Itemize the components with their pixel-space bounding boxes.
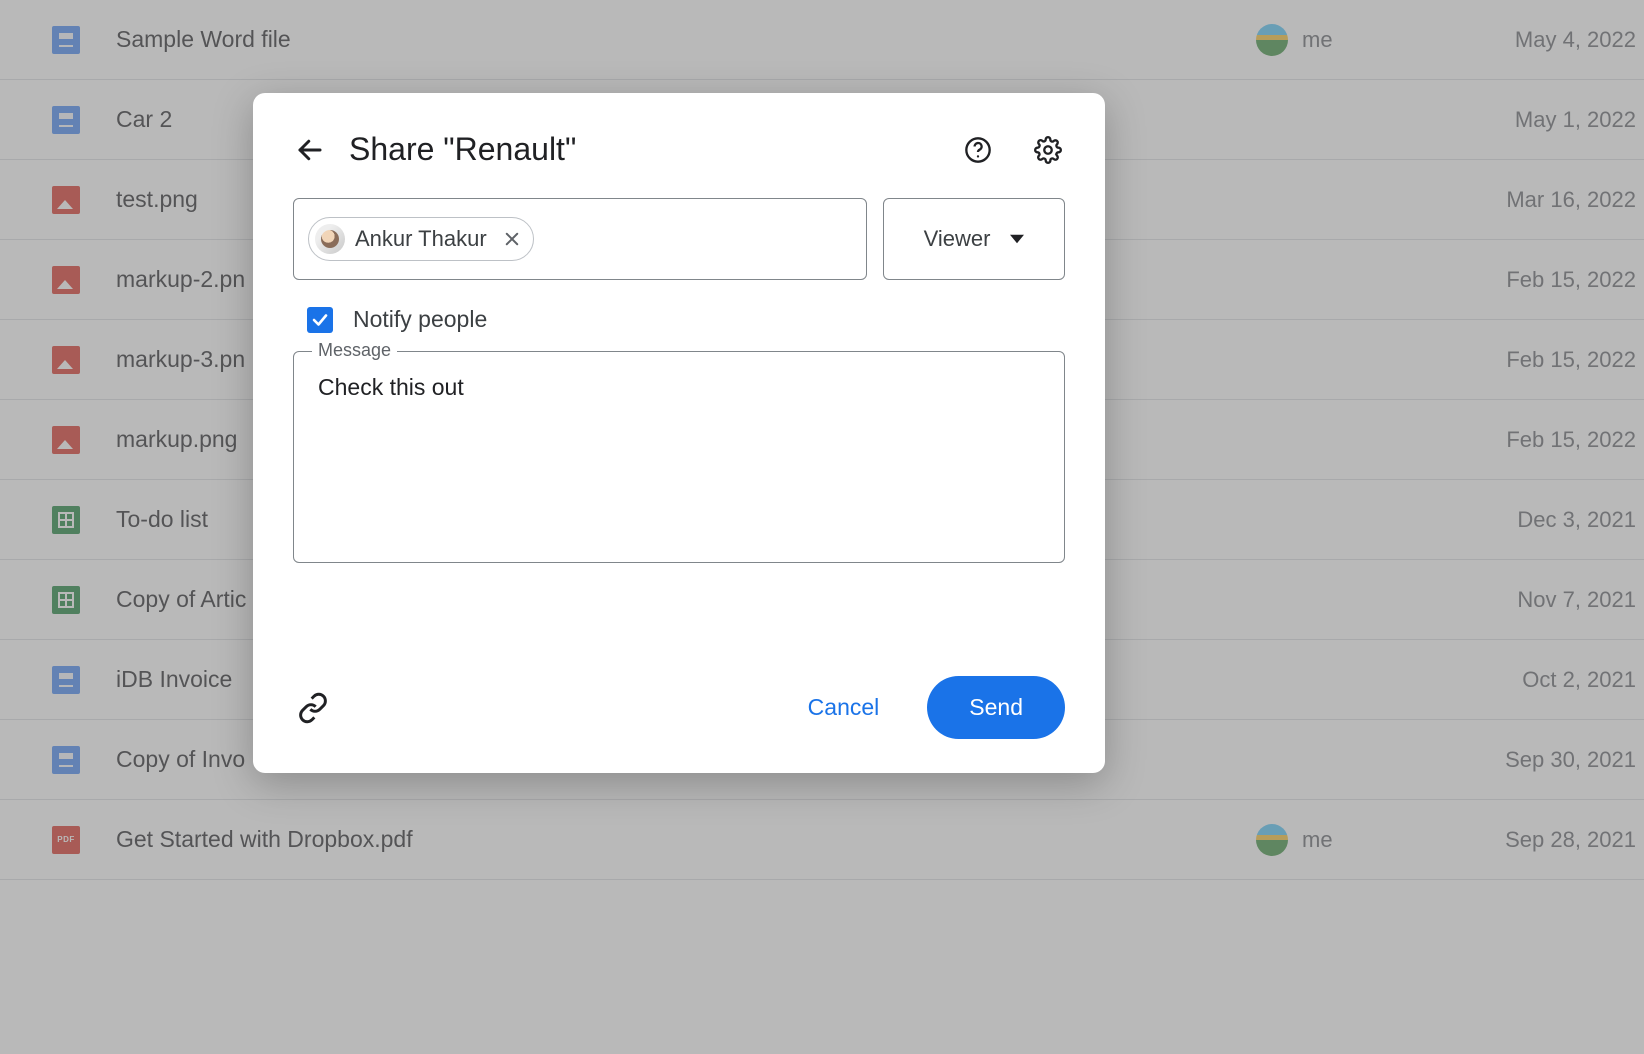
- person-chip-label: Ankur Thakur: [355, 226, 487, 252]
- people-input[interactable]: Ankur Thakur: [293, 198, 867, 280]
- gear-icon: [1034, 136, 1062, 164]
- share-dialog: Share "Renault" Ankur Thakur Viewer No: [253, 93, 1105, 773]
- share-input-row: Ankur Thakur Viewer: [293, 198, 1065, 280]
- notify-label: Notify people: [353, 306, 487, 333]
- help-icon: [964, 136, 992, 164]
- settings-button[interactable]: [1031, 133, 1065, 167]
- person-chip: Ankur Thakur: [308, 217, 534, 261]
- notify-checkbox[interactable]: [307, 307, 333, 333]
- dialog-footer: Cancel Send: [293, 646, 1065, 739]
- dialog-header: Share "Renault": [293, 131, 1065, 168]
- person-avatar: [315, 224, 345, 254]
- message-legend: Message: [312, 340, 397, 361]
- cancel-button[interactable]: Cancel: [780, 678, 908, 737]
- message-field: Message: [293, 351, 1065, 563]
- message-input[interactable]: [318, 374, 1040, 540]
- check-icon: [311, 311, 329, 329]
- copy-link-button[interactable]: [293, 688, 333, 728]
- role-dropdown-label: Viewer: [924, 226, 991, 252]
- link-icon: [297, 692, 329, 724]
- role-dropdown[interactable]: Viewer: [883, 198, 1065, 280]
- notify-row: Notify people: [293, 306, 1065, 333]
- dialog-title: Share "Renault": [349, 131, 939, 168]
- caret-down-icon: [1010, 234, 1024, 244]
- close-icon: [503, 230, 521, 248]
- send-button[interactable]: Send: [927, 676, 1065, 739]
- remove-person-button[interactable]: [503, 230, 521, 248]
- help-button[interactable]: [961, 133, 995, 167]
- arrow-left-icon: [295, 135, 325, 165]
- back-button[interactable]: [293, 133, 327, 167]
